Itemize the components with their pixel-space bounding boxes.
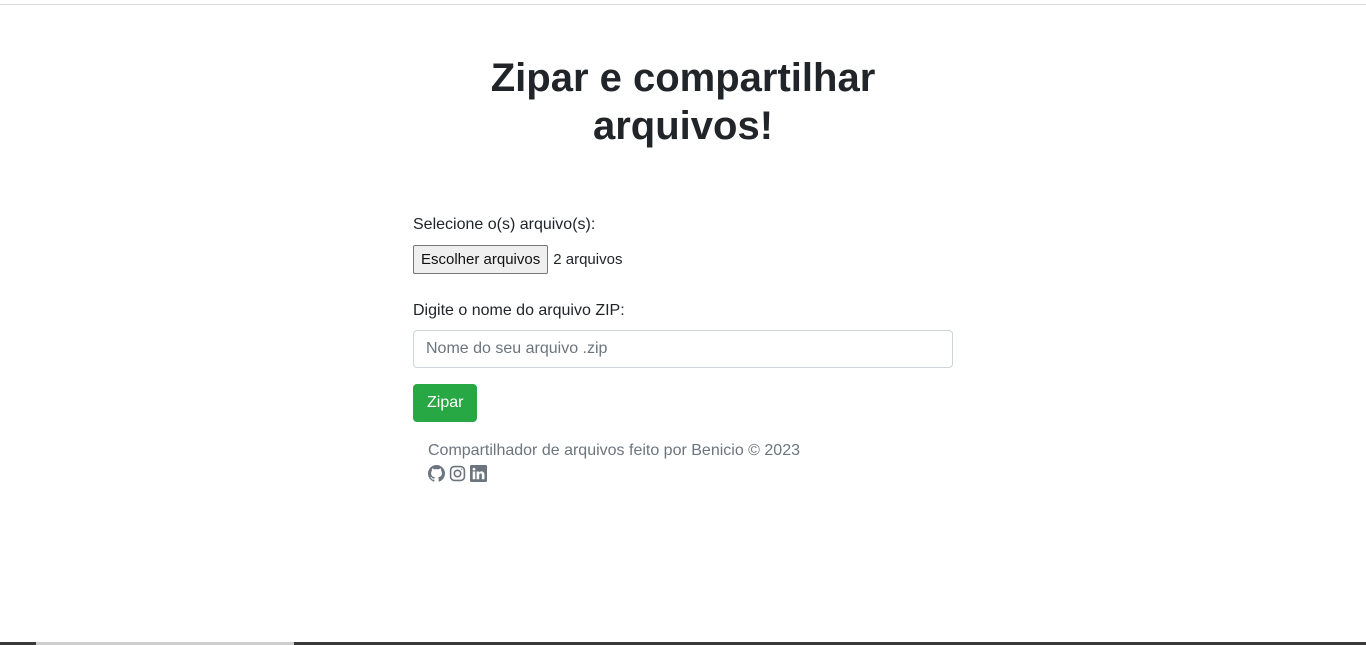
page-title-line-2: arquivos!: [592, 104, 774, 148]
page-title-line-1: Zipar e compartilhar: [490, 56, 876, 100]
zip-submit-button[interactable]: Zipar: [413, 384, 478, 422]
linkedin-icon[interactable]: [470, 465, 487, 482]
instagram-icon[interactable]: [449, 465, 466, 482]
file-picker: Escolher arquivos 2 arquivos: [413, 245, 622, 274]
files-label: Selecione o(s) arquivo(s):: [413, 216, 596, 233]
choose-files-button[interactable]: Escolher arquivos: [413, 245, 549, 274]
zip-name-label: Digite o nome do arquivo ZIP:: [413, 302, 625, 319]
footer-text: Compartilhador de arquivos feito por Ben…: [428, 442, 800, 459]
browser-top-border: [0, 0, 1366, 5]
github-icon[interactable]: [428, 465, 445, 482]
zip-name-input[interactable]: [413, 330, 953, 368]
footer: Compartilhador de arquivos feito por Ben…: [428, 441, 800, 482]
page-title: Zipar e compartilhar arquivos!: [413, 54, 953, 150]
selected-files-count: 2 arquivos: [553, 251, 623, 268]
social-links: [428, 465, 800, 482]
